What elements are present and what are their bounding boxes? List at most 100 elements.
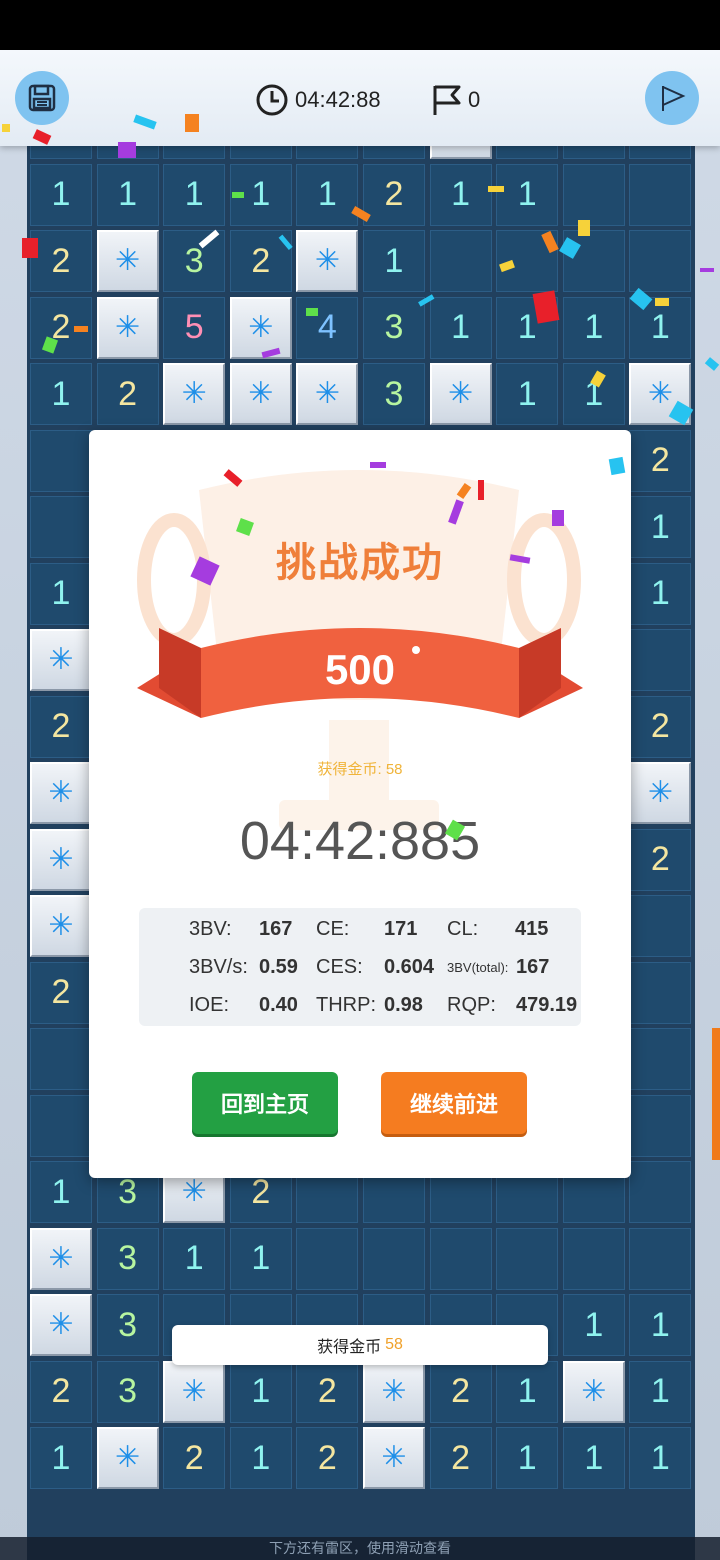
board-cell[interactable]: 1	[163, 1227, 226, 1290]
board-cell[interactable]: 1	[30, 562, 92, 625]
flagged-cell[interactable]: ✳	[30, 828, 92, 891]
board-cell[interactable]	[562, 163, 625, 226]
board-cell[interactable]: 1	[496, 163, 559, 226]
board-cell[interactable]: 2	[96, 363, 159, 425]
board-cell[interactable]: 3	[96, 1360, 159, 1423]
board-cell[interactable]	[629, 895, 692, 957]
board-cell[interactable]: 3	[363, 363, 425, 425]
home-button[interactable]: 回到主页	[192, 1072, 338, 1134]
board-cell[interactable]: 4	[296, 296, 359, 359]
flagged-cell[interactable]: ✳	[629, 363, 692, 425]
board-cell[interactable]: 1	[496, 1427, 559, 1489]
save-button[interactable]	[15, 71, 69, 125]
board-cell[interactable]	[629, 961, 692, 1024]
board-cell[interactable]: 3	[96, 1294, 159, 1356]
board-cell[interactable]: 5	[163, 296, 226, 359]
board-cell[interactable]	[30, 429, 92, 492]
flagged-cell[interactable]: ✳	[30, 629, 92, 691]
board-cell[interactable]: 1	[30, 363, 92, 425]
board-cell[interactable]: 1	[296, 163, 359, 226]
board-cell[interactable]: 2	[629, 828, 692, 891]
flagged-cell[interactable]: ✳	[96, 1427, 159, 1489]
board-cell[interactable]: 1	[496, 363, 559, 425]
board-cell[interactable]	[629, 1161, 692, 1223]
board-cell[interactable]: 1	[429, 163, 492, 226]
board-cell[interactable]: 1	[629, 496, 692, 558]
board-cell[interactable]: 1	[163, 163, 226, 226]
flagged-cell[interactable]: ✳	[629, 762, 692, 824]
board-cell[interactable]	[629, 1094, 692, 1157]
board-cell[interactable]: 2	[163, 1427, 226, 1489]
continue-button[interactable]: 继续前进	[381, 1072, 527, 1134]
flagged-cell[interactable]: ✳	[30, 1227, 92, 1290]
board-cell[interactable]: 2	[629, 695, 692, 758]
board-cell[interactable]: 2	[429, 1427, 492, 1489]
flagged-cell[interactable]: ✳	[296, 363, 359, 425]
board-cell[interactable]: 1	[629, 1360, 692, 1423]
board-cell[interactable]: 1	[562, 1294, 625, 1356]
flagged-cell[interactable]: ✳	[363, 1427, 425, 1489]
flagged-cell[interactable]: ✳	[363, 1360, 425, 1423]
flagged-cell[interactable]: ✳	[163, 1360, 226, 1423]
board-cell[interactable]	[629, 1028, 692, 1090]
flagged-cell[interactable]: ✳	[30, 762, 92, 824]
board-cell[interactable]	[363, 1227, 425, 1290]
board-cell[interactable]: 1	[429, 296, 492, 359]
board-cell[interactable]: 2	[30, 961, 92, 1024]
board-cell[interactable]: 1	[562, 363, 625, 425]
board-cell[interactable]: 2	[429, 1360, 492, 1423]
board-cell[interactable]: 1	[363, 230, 425, 292]
board-cell[interactable]: 2	[30, 695, 92, 758]
board-cell[interactable]: 2	[30, 296, 92, 359]
flagged-cell[interactable]: ✳	[562, 1360, 625, 1423]
board-cell[interactable]: 1	[229, 1360, 292, 1423]
board-cell[interactable]: 1	[629, 562, 692, 625]
board-cell[interactable]	[562, 230, 625, 292]
board-cell[interactable]: 1	[629, 1427, 692, 1489]
board-cell[interactable]	[629, 230, 692, 292]
board-cell[interactable]: 1	[229, 1427, 292, 1489]
board-cell[interactable]	[429, 1227, 492, 1290]
board-cell[interactable]: 1	[30, 163, 92, 226]
board-cell[interactable]: 1	[30, 1161, 92, 1223]
board-cell[interactable]: 3	[96, 1227, 159, 1290]
board-cell[interactable]	[429, 230, 492, 292]
board-cell[interactable]: 1	[562, 1427, 625, 1489]
board-cell[interactable]: 2	[629, 429, 692, 492]
flagged-cell[interactable]: ✳	[96, 230, 159, 292]
flagged-cell[interactable]: ✳	[30, 1294, 92, 1356]
board-cell[interactable]: 2	[30, 1360, 92, 1423]
flag-mode-button[interactable]	[645, 71, 699, 125]
board-cell[interactable]: 1	[229, 1227, 292, 1290]
board-cell[interactable]: 1	[229, 163, 292, 226]
board-cell[interactable]: 2	[363, 163, 425, 226]
board-cell[interactable]: 1	[562, 296, 625, 359]
board-cell[interactable]	[30, 1028, 92, 1090]
board-cell[interactable]: 1	[496, 1360, 559, 1423]
flagged-cell[interactable]: ✳	[229, 296, 292, 359]
board-cell[interactable]	[496, 1227, 559, 1290]
flagged-cell[interactable]: ✳	[30, 895, 92, 957]
scroll-indicator[interactable]	[712, 1028, 720, 1160]
board-cell[interactable]: 1	[30, 1427, 92, 1489]
board-cell[interactable]	[30, 1094, 92, 1157]
flagged-cell[interactable]: ✳	[96, 296, 159, 359]
flagged-cell[interactable]: ✳	[429, 363, 492, 425]
board-cell[interactable]	[629, 163, 692, 226]
board-cell[interactable]: 2	[229, 230, 292, 292]
board-cell[interactable]	[629, 629, 692, 691]
board-cell[interactable]	[296, 1227, 359, 1290]
board-cell[interactable]: 3	[363, 296, 425, 359]
board-cell[interactable]: 1	[629, 1294, 692, 1356]
board-cell[interactable]	[496, 230, 559, 292]
flagged-cell[interactable]: ✳	[296, 230, 359, 292]
board-cell[interactable]: 2	[30, 230, 92, 292]
flagged-cell[interactable]: ✳	[163, 363, 226, 425]
board-cell[interactable]	[562, 1227, 625, 1290]
board-cell[interactable]	[629, 1227, 692, 1290]
board-cell[interactable]: 1	[96, 163, 159, 226]
board-cell[interactable]	[30, 496, 92, 558]
board-cell[interactable]: 2	[296, 1360, 359, 1423]
flagged-cell[interactable]: ✳	[229, 363, 292, 425]
board-cell[interactable]: 1	[496, 296, 559, 359]
